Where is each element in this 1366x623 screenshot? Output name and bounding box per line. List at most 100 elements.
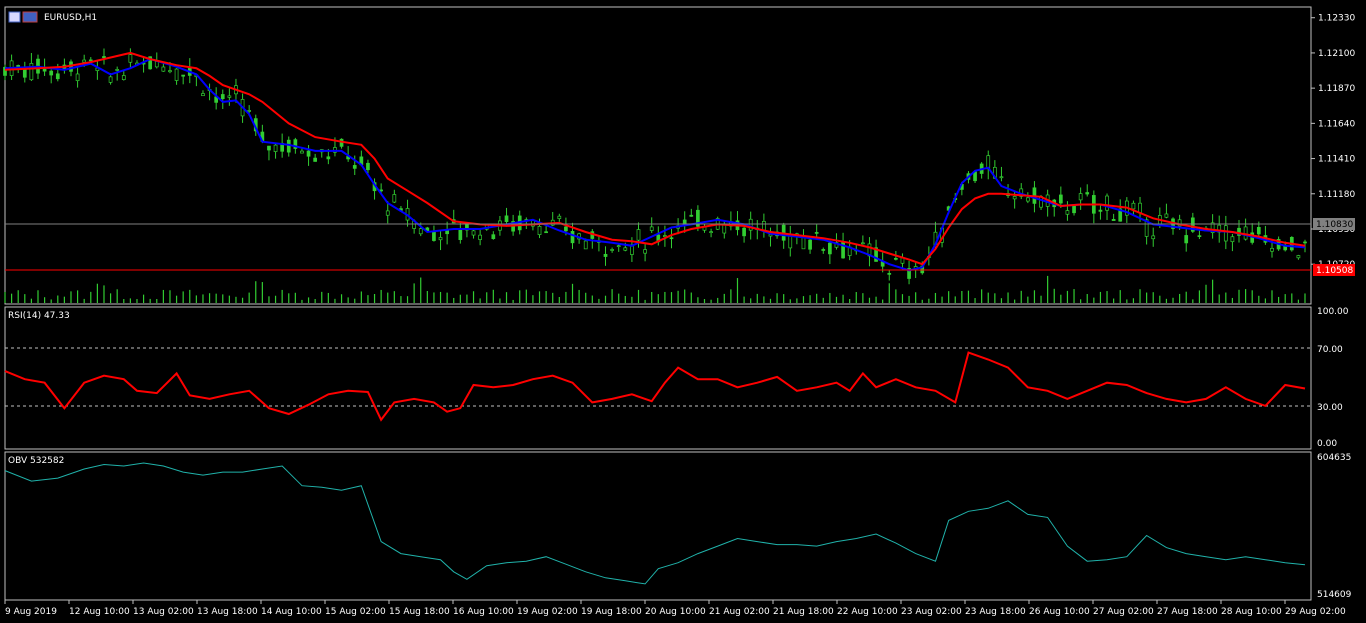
candle-body xyxy=(537,226,542,235)
time-tick-label: 19 Aug 02:00 xyxy=(517,607,578,617)
candle-body xyxy=(1012,196,1017,200)
candle-body xyxy=(1131,202,1136,210)
time-tick-label: 21 Aug 02:00 xyxy=(709,607,770,617)
price-tick-label: 1.11180 xyxy=(1318,190,1355,200)
candle-body xyxy=(1296,255,1301,259)
time-tick-label: 28 Aug 10:00 xyxy=(1221,607,1282,617)
candle-body xyxy=(75,73,80,82)
candle-body xyxy=(1303,241,1307,244)
candle-body xyxy=(1164,213,1169,218)
candle-body xyxy=(306,150,311,157)
candle-body xyxy=(1025,197,1030,202)
candle-body xyxy=(201,93,205,97)
window-title: EURUSD,H1 xyxy=(44,13,97,23)
candle-body xyxy=(808,239,812,250)
time-tick-label: 29 Aug 02:00 xyxy=(1285,607,1346,617)
candle-body xyxy=(610,249,614,251)
candle-body xyxy=(88,59,93,62)
candle-body xyxy=(1072,204,1076,214)
candle-body xyxy=(1098,209,1103,212)
price-tick-label: 1.11640 xyxy=(1318,119,1355,129)
candle-body xyxy=(557,215,562,219)
candle-body xyxy=(504,215,509,222)
candle-body xyxy=(544,231,548,234)
candle-body xyxy=(174,68,179,81)
rsi-tick-100: 100.00 xyxy=(1317,307,1349,317)
candle-body xyxy=(709,231,713,234)
price-tick-label: 1.11870 xyxy=(1318,84,1355,94)
chart-window-icon xyxy=(8,11,21,23)
candle-body xyxy=(669,237,674,240)
candle-body xyxy=(491,234,496,240)
price-tick-label: 1.12100 xyxy=(1318,49,1355,59)
window-icon-group xyxy=(8,11,38,23)
time-tick-label: 27 Aug 02:00 xyxy=(1093,607,1154,617)
time-tick-label: 23 Aug 18:00 xyxy=(965,607,1026,617)
candle-body xyxy=(828,242,832,255)
candle-body xyxy=(220,94,225,100)
rsi-tick-0: 0.00 xyxy=(1317,439,1337,449)
candle-body xyxy=(385,210,390,216)
candle-body xyxy=(999,176,1004,179)
candle-body xyxy=(247,110,252,112)
candle-body xyxy=(102,56,106,59)
candle-body xyxy=(616,245,621,248)
time-tick-label: 27 Aug 18:00 xyxy=(1157,607,1218,617)
candle-body xyxy=(438,237,443,241)
time-tick-label: 20 Aug 10:00 xyxy=(645,607,706,617)
candle-body xyxy=(861,242,865,245)
candle-body xyxy=(392,194,397,203)
candle-body xyxy=(366,162,370,171)
candle-body xyxy=(432,231,436,241)
candle-body xyxy=(663,235,667,238)
candle-body xyxy=(570,231,575,244)
candle-body xyxy=(418,228,423,235)
candle-body xyxy=(564,226,568,232)
candle-body xyxy=(1058,194,1063,204)
ask-price-tag: 1.10508 xyxy=(1316,266,1353,276)
candle-body xyxy=(1197,235,1202,237)
candle-body xyxy=(1138,202,1142,214)
time-tick-label: 14 Aug 10:00 xyxy=(261,607,322,617)
candle-body xyxy=(121,75,126,80)
time-tick-label: 12 Aug 10:00 xyxy=(69,607,130,617)
trading-chart[interactable]: EURUSD,H1 1.12330 1.12100 1.11870 1.11640 1.… xyxy=(0,0,1366,623)
rsi-tick-70: 70.00 xyxy=(1317,345,1343,355)
candle-body xyxy=(973,171,977,182)
obv-label: OBV 532582 xyxy=(8,456,64,466)
time-tick-label: 23 Aug 02:00 xyxy=(901,607,962,617)
candle-body xyxy=(82,59,87,63)
candle-body xyxy=(742,227,746,237)
candle-body xyxy=(1111,218,1116,221)
candle-body xyxy=(1078,193,1083,201)
candle-body xyxy=(1223,225,1228,242)
candle-body xyxy=(352,165,357,169)
candle-body xyxy=(181,74,186,77)
candle-body xyxy=(636,229,641,241)
candle-body xyxy=(49,70,54,76)
obv-tick-min: 514609 xyxy=(1317,590,1352,600)
candle-body xyxy=(1151,235,1156,240)
time-tick-label: 19 Aug 18:00 xyxy=(581,607,642,617)
candle-body xyxy=(814,232,819,234)
candle-body xyxy=(841,241,845,259)
candle-body xyxy=(887,273,892,275)
time-tick-label: 16 Aug 10:00 xyxy=(453,607,514,617)
candle-body xyxy=(894,258,898,260)
chart-background xyxy=(0,0,1366,623)
time-tick-label: 13 Aug 02:00 xyxy=(133,607,194,617)
candle-body xyxy=(1105,195,1109,211)
candle-body xyxy=(168,70,172,73)
rsi-tick-30: 30.00 xyxy=(1317,403,1343,413)
candle-body xyxy=(1256,227,1261,235)
candle-body xyxy=(300,150,304,154)
candle-body xyxy=(1184,235,1189,244)
candle-body xyxy=(649,226,654,231)
time-tick-label: 22 Aug 10:00 xyxy=(837,607,898,617)
candle-body xyxy=(313,157,318,162)
candle-body xyxy=(623,247,628,251)
time-tick-label: 26 Aug 10:00 xyxy=(1029,607,1090,617)
candle-body xyxy=(326,156,331,160)
obv-tick-max: 604635 xyxy=(1317,453,1351,463)
candle-body xyxy=(821,249,826,251)
